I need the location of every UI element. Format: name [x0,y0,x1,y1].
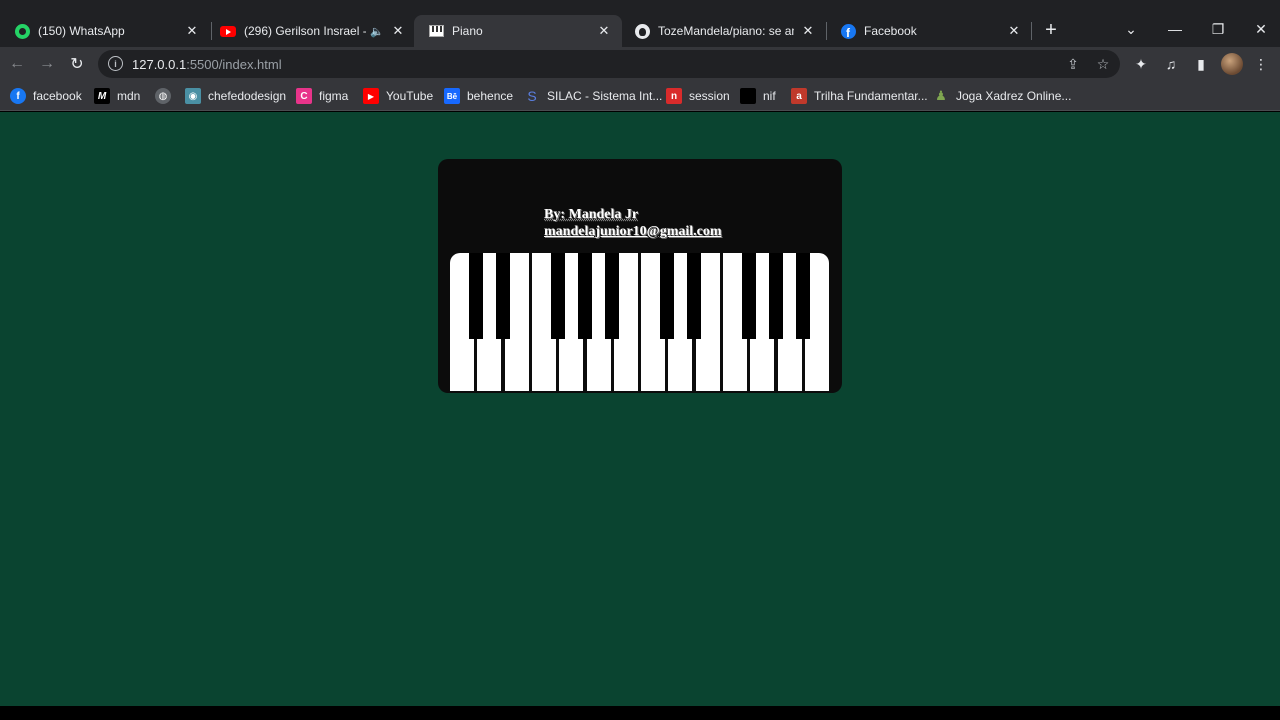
bookmark-label: figma [319,89,349,103]
tab-title: (150) WhatsApp [38,24,125,38]
piano-keyboard [450,253,830,391]
tab-title: TozeMandela/piano: se amas [658,24,794,38]
bookmark-label: behence [467,89,514,103]
tab-facebook[interactable]: f Facebook ✕ [826,15,1032,47]
bookmark-nif[interactable]: nif [740,87,776,105]
behance-icon: Bē [444,88,460,104]
restore-button[interactable]: ❐ [1207,18,1229,40]
tab-whatsapp[interactable]: (150) WhatsApp ✕ [0,15,210,47]
globe-icon: ◍ [155,88,171,104]
tab-close-icon[interactable]: ✕ [184,23,200,39]
chefedodesign-icon: ◉ [185,88,201,104]
trilha-icon: a [791,88,807,104]
tab-search-chevron-icon[interactable]: ⌄ [1120,18,1142,40]
bookmark-label: session [689,89,730,103]
menu-kebab-icon[interactable]: ⋮ [1251,54,1271,74]
speaker-icon[interactable]: 🔈 [370,25,384,38]
black-key[interactable] [496,253,511,339]
tab-title: Facebook [864,24,917,38]
facebook-icon: f [840,23,856,39]
bookmark-label: Trilha Fundamentar... [814,89,928,103]
author-email-link[interactable]: mandelajunior10@gmail.com [544,223,722,240]
forward-arrow-icon[interactable]: → [36,53,58,75]
figma-icon: C [296,88,312,104]
black-key[interactable] [605,253,620,339]
minimize-button[interactable]: — [1164,18,1186,40]
close-window-button[interactable]: ✕ [1250,18,1272,40]
piano: By: Mandela Jr mandelajunior10@gmail.com [438,159,842,393]
share-icon[interactable]: ⇪ [1064,55,1082,73]
browser-toolbar: ← → ↻ i 127.0.0.1:5500/index.html ⇪ ☆ ✦ … [0,47,1280,82]
black-key[interactable] [550,253,565,339]
bookmarks-bar: f facebook M mdn ◍ ◉ chefedodesign C fig… [0,82,1280,111]
page-content: By: Mandela Jr mandelajunior10@gmail.com [0,112,1280,706]
black-key[interactable] [741,253,756,339]
piano-icon [428,23,444,39]
bookmark-label: Joga Xadrez Online... [956,89,1072,103]
tab-title: Piano [452,24,483,38]
bookmark-behence[interactable]: Bē behence [444,87,513,105]
site-info-icon[interactable]: i [108,56,123,71]
black-key[interactable] [687,253,702,339]
bookmark-label: nif [763,89,776,103]
url-path: :5500/index.html [186,57,282,72]
silac-icon: S [527,88,537,104]
bookmark-xadrez[interactable]: ♟ Joga Xadrez Online... [933,87,1071,105]
extensions-puzzle-icon[interactable]: ✦ [1131,54,1151,74]
side-panel-icon[interactable]: ▮ [1191,54,1211,74]
bookmark-silac[interactable]: S SILAC - Sistema Int... [524,87,662,105]
new-tab-button[interactable]: + [1040,18,1062,42]
bookmark-mdn[interactable]: M mdn [94,87,140,105]
tab-close-icon[interactable]: ✕ [390,23,406,39]
bookmark-trilha[interactable]: a Trilha Fundamentar... [791,87,928,105]
whatsapp-icon [14,23,30,39]
tab-strip: (150) WhatsApp ✕ (296) Gerilson Insrael … [0,0,1280,47]
bookmark-session[interactable]: n session [666,87,730,105]
bookmark-label: SILAC - Sistema Int... [547,89,663,103]
youtube-icon [220,23,236,39]
reload-icon[interactable]: ↻ [66,53,88,75]
bookmark-label: YouTube [386,89,434,103]
black-key[interactable] [796,253,811,339]
tab-close-icon[interactable]: ✕ [1006,23,1022,39]
media-controls-icon[interactable]: ♫ [1161,54,1181,74]
black-key[interactable] [578,253,592,339]
mdn-icon: M [94,88,110,104]
url-host: 127.0.0.1 [132,57,187,72]
black-key[interactable] [769,253,784,339]
tab-title: (296) Gerilson Insrael - Se [244,24,366,38]
tab-piano[interactable]: Piano ✕ [414,15,622,47]
profile-avatar[interactable] [1221,53,1243,75]
bookmark-label: mdn [117,89,141,103]
youtube-icon: ▶ [363,88,379,104]
facebook-icon: f [10,88,26,104]
bookmark-globe[interactable]: ◍ [155,87,178,105]
chess-icon: ♟ [935,88,947,103]
tab-close-icon[interactable]: ✕ [596,23,612,39]
tab-close-icon[interactable]: ✕ [800,23,816,39]
url-text[interactable]: 127.0.0.1:5500/index.html [132,57,282,72]
tab-separator [1031,22,1032,40]
address-bar[interactable]: i 127.0.0.1:5500/index.html ⇪ ☆ [98,50,1120,78]
github-icon [634,23,650,39]
piano-credits: By: Mandela Jr mandelajunior10@gmail.com [544,206,722,240]
author-name: By: Mandela Jr [544,207,639,222]
bookmark-facebook[interactable]: f facebook [10,87,82,105]
bookmark-label: facebook [33,89,82,103]
bookmark-figma[interactable]: C figma [296,87,348,105]
back-arrow-icon[interactable]: ← [6,53,28,75]
black-key[interactable] [468,253,483,339]
bookmark-label: chefedodesign [208,89,287,103]
tab-github[interactable]: TozeMandela/piano: se amas ✕ [620,15,826,47]
black-key[interactable] [659,253,674,339]
bookmark-star-icon[interactable]: ☆ [1094,55,1112,73]
bookmark-chefedodesign[interactable]: ◉ chefedodesign [185,87,286,105]
session-icon: n [666,88,682,104]
bookmark-youtube[interactable]: ▶ YouTube [363,87,433,105]
tab-youtube[interactable]: (296) Gerilson Insrael - Se 🔈 ✕ [206,15,416,47]
screen-bottom-edge [0,706,1280,720]
nif-icon [740,88,756,104]
